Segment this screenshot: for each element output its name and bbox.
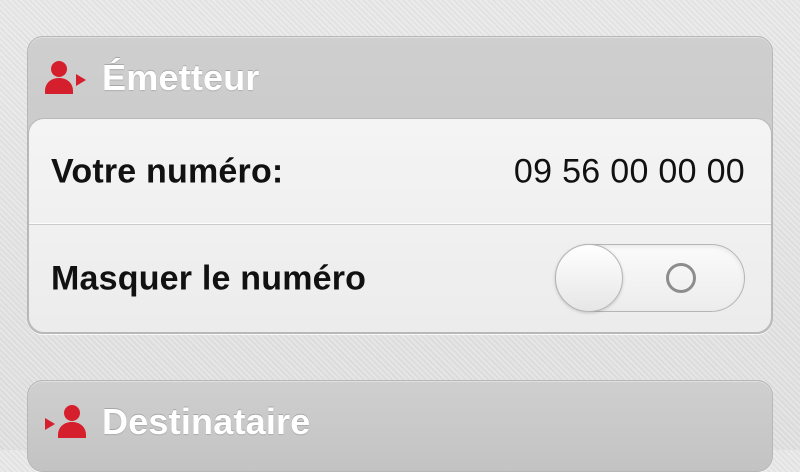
hide-number-row[interactable]: Masquer le numéro: [29, 226, 771, 332]
emitter-card: Votre numéro: 09 56 00 00 00 Masquer le …: [28, 118, 772, 333]
hide-number-label: Masquer le numéro: [51, 259, 367, 298]
recipient-section: Destinataire: [27, 380, 773, 472]
emitter-header: Émetteur: [44, 53, 260, 103]
phone-number-label: Votre numéro:: [51, 152, 284, 190]
recipient-title: Destinataire: [102, 401, 311, 442]
emitter-title: Émetteur: [102, 57, 260, 98]
phone-number-value: 09 56 00 00 00: [513, 152, 745, 190]
emitter-section: Émetteur Votre numéro: 09 56 00 00 00 Ma…: [27, 36, 773, 334]
person-arrow-right-icon: [45, 61, 86, 94]
arrow-person-icon: [45, 405, 86, 438]
toggle-off-icon: [666, 263, 696, 293]
hide-number-toggle[interactable]: [555, 244, 745, 312]
toggle-knob[interactable]: [555, 244, 623, 312]
phone-number-row: Votre numéro: 09 56 00 00 00: [29, 119, 771, 225]
recipient-header: Destinataire: [44, 397, 311, 447]
